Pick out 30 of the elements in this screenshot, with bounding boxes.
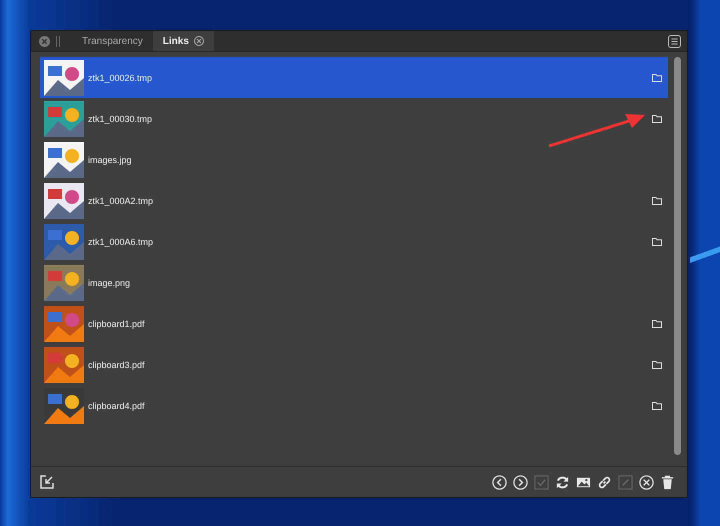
link-row[interactable]: ztk1_00030.tmp xyxy=(40,98,668,139)
folder-icon[interactable] xyxy=(652,74,662,82)
trash-icon[interactable] xyxy=(660,474,675,490)
folder-icon[interactable] xyxy=(652,320,662,328)
link-icon[interactable] xyxy=(597,474,612,490)
previous-icon[interactable] xyxy=(492,474,507,490)
folder-icon[interactable] xyxy=(652,402,662,410)
folder-icon[interactable] xyxy=(652,238,662,246)
folder-icon[interactable] xyxy=(652,196,662,204)
next-icon[interactable] xyxy=(513,474,528,490)
link-row[interactable]: clipboard4.pdf xyxy=(40,385,668,426)
link-row[interactable]: ztk1_00026.tmp xyxy=(40,57,668,98)
folder-icon[interactable] xyxy=(652,360,662,368)
place-icon[interactable] xyxy=(40,475,54,489)
menu-icon[interactable] xyxy=(668,34,681,48)
panel-tab[interactable]: Links xyxy=(152,31,214,51)
close-icon[interactable] xyxy=(39,36,50,46)
refresh-icon[interactable] xyxy=(555,474,570,490)
link-row[interactable]: clipboard1.pdf xyxy=(40,303,668,344)
cancel-icon[interactable] xyxy=(639,474,654,490)
panel-tab[interactable]: Transparency xyxy=(72,31,153,51)
close-icon[interactable] xyxy=(194,36,204,46)
scrollbar[interactable] xyxy=(674,57,681,455)
link-row[interactable]: ztk1_000A2.tmp xyxy=(40,180,668,221)
link-row[interactable]: ztk1_000A6.tmp xyxy=(40,221,668,262)
link-row[interactable]: images.jpg xyxy=(40,139,668,180)
link-row[interactable]: image.png xyxy=(40,262,668,303)
grip-icon[interactable] xyxy=(56,36,60,46)
folder-icon[interactable] xyxy=(652,114,662,122)
link-row[interactable]: clipboard3.pdf xyxy=(40,344,668,385)
